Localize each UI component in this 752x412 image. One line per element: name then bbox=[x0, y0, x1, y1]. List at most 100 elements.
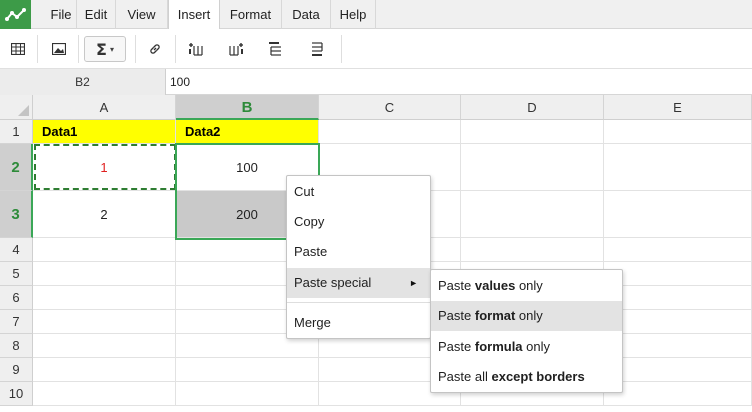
formula-input[interactable] bbox=[170, 69, 730, 95]
context-menu-paste-special[interactable]: Paste special ► bbox=[287, 268, 430, 298]
menu-insert[interactable]: Insert bbox=[168, 0, 220, 30]
link-icon bbox=[150, 44, 160, 54]
context-menu-paste-special-label: Paste special bbox=[294, 275, 372, 290]
column-header-c[interactable]: C bbox=[319, 95, 461, 120]
column-header-a[interactable]: A bbox=[33, 95, 176, 120]
cell-reference-box[interactable]: B2 bbox=[0, 69, 166, 95]
cell-e9[interactable] bbox=[604, 358, 752, 382]
menu-help[interactable]: Help bbox=[331, 0, 376, 29]
cell-e6[interactable] bbox=[604, 286, 752, 310]
cell-e8[interactable] bbox=[604, 334, 752, 358]
cell-d2[interactable] bbox=[461, 144, 604, 191]
row-header-5[interactable]: 5 bbox=[0, 262, 33, 286]
menu-data[interactable]: Data bbox=[282, 0, 331, 29]
select-all-corner[interactable] bbox=[0, 95, 33, 120]
context-menu-merge[interactable]: Merge bbox=[287, 308, 430, 338]
sum-function-button[interactable]: Σ ▾ bbox=[84, 36, 126, 62]
submenu-item-suffix: only bbox=[515, 308, 543, 323]
sum-icon: Σ bbox=[96, 39, 107, 59]
submenu-item-bold: except borders bbox=[491, 369, 585, 384]
submenu-paste-format-only[interactable]: Paste format only bbox=[431, 301, 622, 331]
context-menu-cut[interactable]: Cut bbox=[287, 177, 430, 207]
cell-d1[interactable] bbox=[461, 120, 604, 144]
cell-b1[interactable]: Data2 bbox=[176, 120, 319, 144]
column-header-e[interactable]: E bbox=[604, 95, 752, 120]
cell-a5[interactable] bbox=[33, 262, 176, 286]
insert-link-button[interactable] bbox=[145, 36, 165, 62]
toolbar-separator bbox=[341, 35, 342, 63]
menu-file[interactable]: File bbox=[46, 0, 77, 29]
cell-e2[interactable] bbox=[604, 144, 752, 191]
cell-d4[interactable] bbox=[461, 238, 604, 262]
row-header-4[interactable]: 4 bbox=[0, 238, 33, 262]
context-menu-divider bbox=[287, 302, 430, 303]
insert-image-button[interactable] bbox=[49, 36, 69, 62]
cell-e1[interactable] bbox=[604, 120, 752, 144]
menu-format[interactable]: Format bbox=[220, 0, 282, 29]
cell-e3[interactable] bbox=[604, 191, 752, 238]
toolbar-separator bbox=[135, 35, 136, 63]
row-header-8[interactable]: 8 bbox=[0, 334, 33, 358]
cell-c1[interactable] bbox=[319, 120, 461, 144]
submenu-item-prefix: Paste all bbox=[438, 369, 492, 384]
cell-a7[interactable] bbox=[33, 310, 176, 334]
column-header-b[interactable]: B bbox=[176, 95, 319, 120]
context-menu-paste[interactable]: Paste bbox=[287, 237, 430, 267]
row-header-7[interactable]: 7 bbox=[0, 310, 33, 334]
submenu-item-suffix: only bbox=[522, 339, 550, 354]
insert-column-before-button[interactable] bbox=[186, 36, 206, 62]
toolbar: Σ ▾ bbox=[0, 29, 752, 69]
cell-b10[interactable] bbox=[176, 382, 319, 406]
submenu-item-prefix: Paste bbox=[438, 308, 475, 323]
cell-d3[interactable] bbox=[461, 191, 604, 238]
row-header-1[interactable]: 1 bbox=[0, 120, 33, 144]
insert-row-below-button[interactable] bbox=[306, 36, 326, 62]
cell-e7[interactable] bbox=[604, 310, 752, 334]
insert-row-above-button[interactable] bbox=[265, 36, 285, 62]
submenu-item-bold: values bbox=[474, 278, 516, 293]
chevron-down-icon: ▾ bbox=[109, 44, 114, 54]
row-header-3[interactable]: 3 bbox=[0, 191, 33, 238]
cell-e4[interactable] bbox=[604, 238, 752, 262]
submenu-arrow-icon: ► bbox=[409, 278, 418, 288]
submenu-paste-all-except-borders[interactable]: Paste all except borders bbox=[431, 362, 622, 392]
insert-column-after-button[interactable] bbox=[226, 36, 246, 62]
cell-a6[interactable] bbox=[33, 286, 176, 310]
cell-e10[interactable] bbox=[604, 382, 752, 406]
spreadsheet-logo-icon[interactable] bbox=[0, 0, 31, 29]
row-header-9[interactable]: 9 bbox=[0, 358, 33, 382]
submenu-item-bold: formula bbox=[474, 339, 523, 354]
insert-row-below-icon bbox=[312, 42, 323, 56]
context-menu-copy[interactable]: Copy bbox=[287, 207, 430, 237]
formula-bar: B2 bbox=[0, 69, 752, 95]
image-icon bbox=[52, 43, 66, 55]
submenu-paste-formula-only[interactable]: Paste formula only bbox=[431, 332, 622, 362]
submenu-item-prefix: Paste bbox=[438, 339, 475, 354]
cell-a3[interactable]: 2 bbox=[33, 191, 176, 238]
insert-table-button[interactable] bbox=[8, 36, 28, 62]
cell-a2[interactable]: 1 bbox=[33, 144, 176, 191]
column-header-d[interactable]: D bbox=[461, 95, 604, 120]
submenu-paste-values-only[interactable]: Paste values only bbox=[431, 271, 622, 301]
cell-a8[interactable] bbox=[33, 334, 176, 358]
menubar: File Edit View Insert Format Data Help bbox=[0, 0, 752, 30]
submenu-item-bold: format bbox=[474, 308, 516, 323]
paste-special-submenu: Paste values only Paste format only Past… bbox=[430, 269, 623, 393]
toolbar-separator bbox=[78, 35, 79, 63]
menu-edit[interactable]: Edit bbox=[77, 0, 116, 29]
insert-row-above-icon bbox=[269, 42, 281, 56]
submenu-item-prefix: Paste bbox=[438, 278, 475, 293]
cell-a10[interactable] bbox=[33, 382, 176, 406]
row-header-10[interactable]: 10 bbox=[0, 382, 33, 406]
insert-column-after-icon bbox=[229, 43, 243, 56]
cell-e5[interactable] bbox=[604, 262, 752, 286]
cell-b9[interactable] bbox=[176, 358, 319, 382]
menu-view[interactable]: View bbox=[116, 0, 168, 29]
cell-a4[interactable] bbox=[33, 238, 176, 262]
cell-a1[interactable]: Data1 bbox=[33, 120, 176, 144]
cell-a9[interactable] bbox=[33, 358, 176, 382]
toolbar-separator bbox=[37, 35, 38, 63]
toolbar-separator bbox=[175, 35, 176, 63]
row-header-2[interactable]: 2 bbox=[0, 144, 33, 191]
row-header-6[interactable]: 6 bbox=[0, 286, 33, 310]
